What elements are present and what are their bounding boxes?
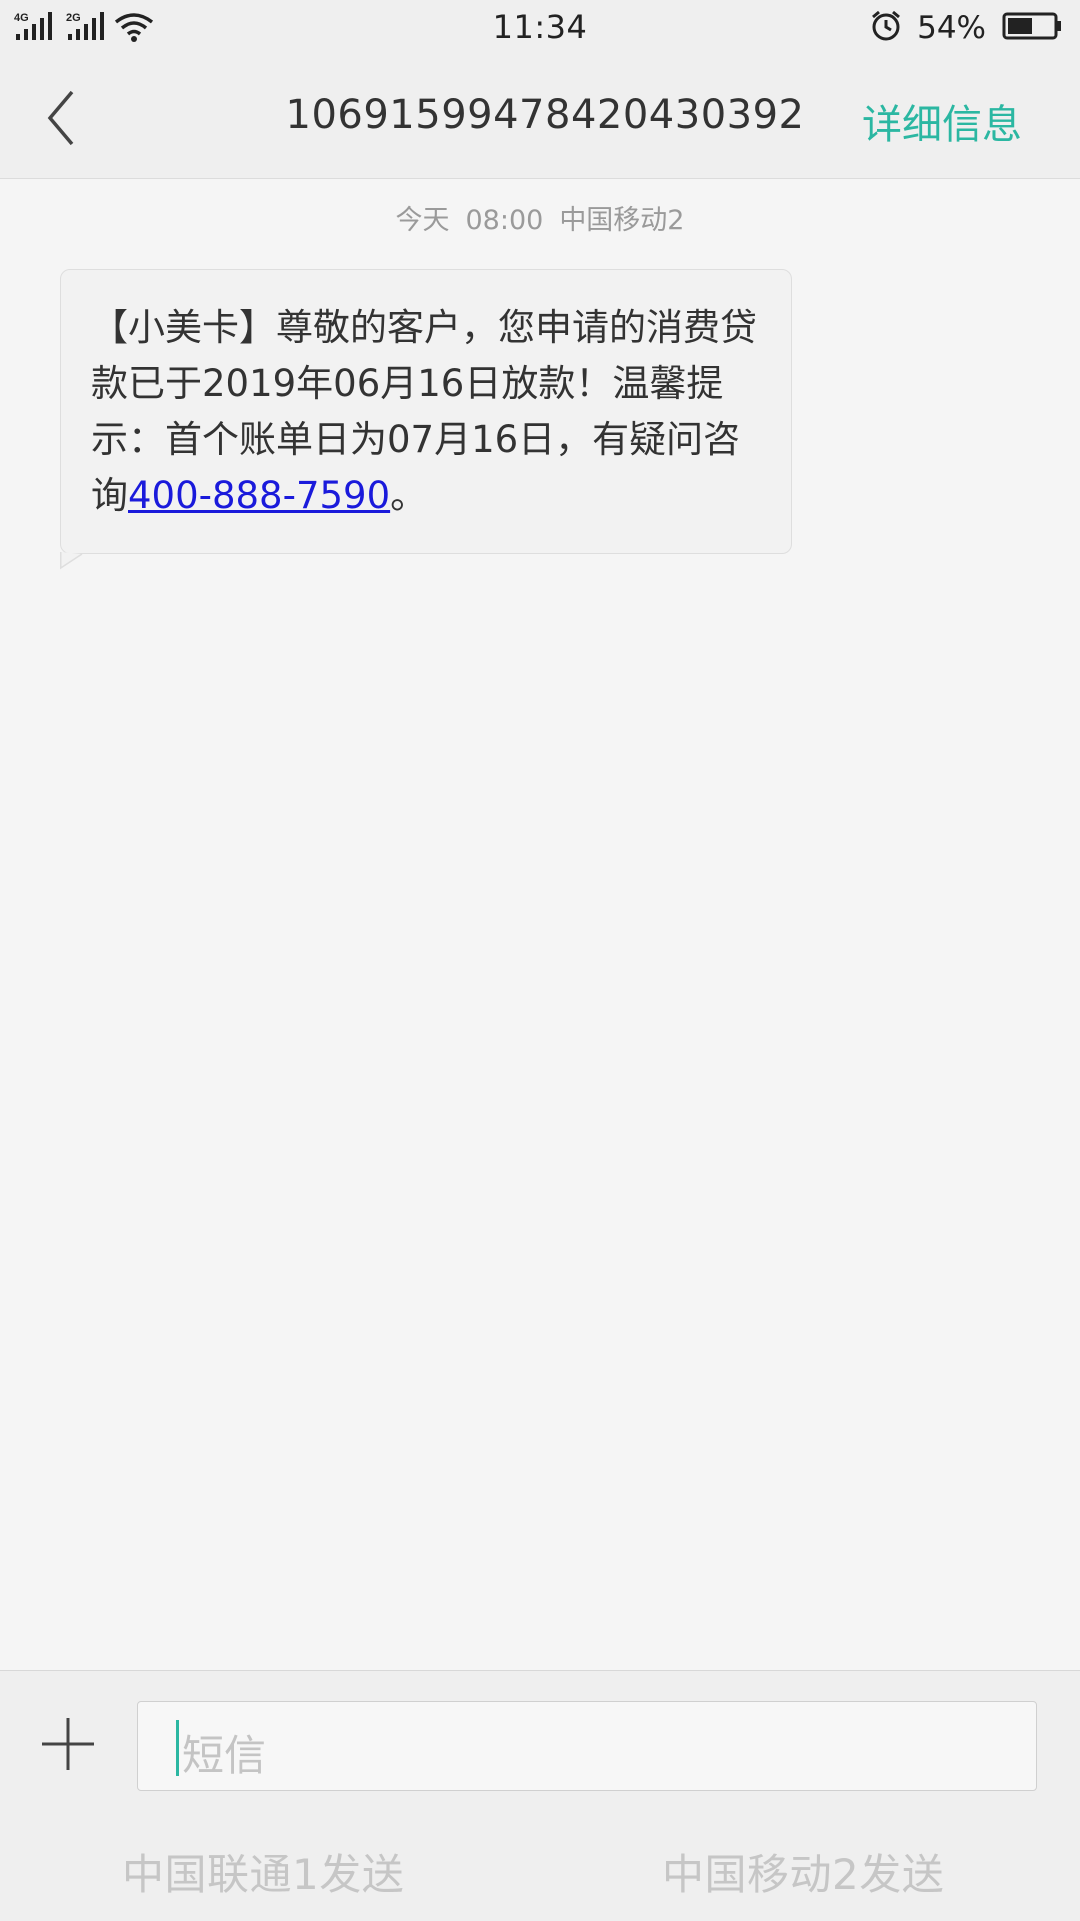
composer-bar: 短信 中国联通1发送 中国移动2发送: [0, 1670, 1080, 1921]
message-text-end: 。: [390, 474, 428, 517]
battery-fill: [1008, 18, 1032, 34]
phone-link[interactable]: 400-888-7590: [128, 474, 390, 517]
alarm-icon: [869, 9, 903, 47]
message-date: 今天: [395, 205, 450, 236]
battery-icon: [1002, 11, 1062, 45]
message-input-placeholder: 短信: [182, 1731, 267, 1780]
message-timestamp: 今天 08:00 中国移动2: [0, 198, 1080, 237]
message-bubble[interactable]: 【小美卡】尊敬的客户，您申请的消费贷款已于2019年06月16日放款！温馨提示：…: [60, 269, 792, 554]
text-caret: [176, 1720, 179, 1776]
send-sim1-button[interactable]: 中国联通1发送: [122, 1841, 404, 1902]
contact-number: 10691599478420430392: [285, 92, 805, 138]
plus-icon: [42, 1718, 94, 1770]
chevron-left-icon: [47, 90, 74, 146]
details-button[interactable]: 详细信息: [862, 92, 1022, 150]
send-sim2-button[interactable]: 中国移动2发送: [662, 1841, 944, 1902]
message-input[interactable]: 短信: [137, 1701, 1037, 1791]
bubble-tail: [60, 552, 83, 570]
status-right-group: 54%: [869, 8, 1062, 48]
status-bar: 4G 2G 11:34 54%: [0, 0, 1080, 56]
conversation-header: 10691599478420430392 详细信息: [0, 56, 1080, 179]
attach-button[interactable]: [40, 1716, 96, 1772]
battery-percent: 54%: [917, 10, 986, 46]
message-time: 08:00: [465, 205, 544, 236]
back-button[interactable]: [36, 86, 100, 150]
message-carrier: 中国移动2: [559, 205, 685, 236]
